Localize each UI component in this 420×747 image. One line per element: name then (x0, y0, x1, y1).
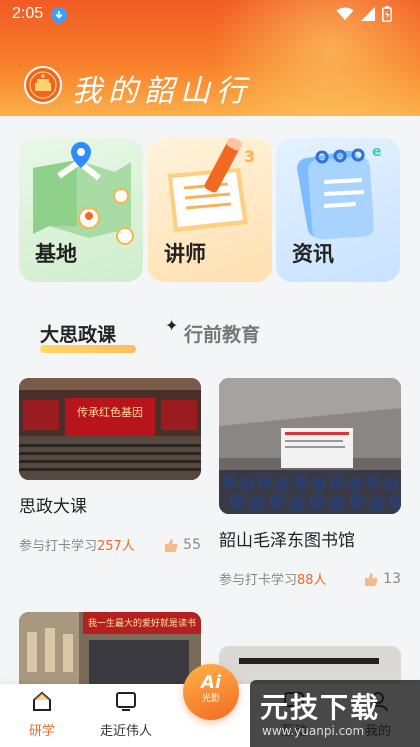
thumbs-up-icon (365, 572, 378, 586)
like-button[interactable]: 55 (163, 537, 201, 553)
download-icon (51, 7, 67, 23)
category-grid: 基地 3 讲师 e 资讯 (0, 128, 420, 288)
category-card-lecturer[interactable]: 3 讲师 (148, 138, 272, 282)
content-tabs: 大思政课 ✦ 行前教育 (0, 312, 420, 356)
battery-icon (382, 6, 392, 22)
meta-prefix: 参与打卡学习 (219, 573, 298, 588)
feed-meta: 参与打卡学习 257人 55 (19, 535, 201, 555)
nav-label: 研学 (28, 724, 55, 739)
photo-banner-text: 传承红色基因 (77, 406, 143, 419)
feed-photo: 我一生最大的爱好就是读书 (19, 612, 201, 692)
participant-count: 257人 (97, 539, 135, 554)
like-count: 13 (383, 570, 401, 587)
like-count: 55 (183, 536, 201, 553)
book-icon (116, 692, 136, 711)
category-label: 资讯 (292, 242, 334, 266)
status-time: 2:05 (12, 5, 44, 22)
notepad-icon: e (297, 144, 382, 240)
category-label: 讲师 (164, 242, 206, 266)
map-pin-icon (33, 142, 134, 245)
tab-xingqian[interactable]: 行前教育 (184, 320, 260, 347)
category-card-news[interactable]: e 资讯 (276, 138, 400, 282)
status-bar: 2:05 (0, 0, 420, 30)
nav-label: 走近伟人 (99, 724, 152, 739)
home-icon (33, 691, 51, 711)
participant-count: 88人 (297, 573, 327, 588)
svg-text:e: e (372, 144, 382, 160)
watermark-main: 元技下载 (260, 691, 381, 724)
category-label: 基地 (35, 242, 77, 266)
svg-text:3: 3 (244, 147, 255, 166)
tab-underline (40, 345, 136, 353)
photo-banner-text: 我一生最大的爱好就是读书 (87, 619, 196, 629)
feed-card[interactable]: 我一生最大的爱好就是读书 (19, 612, 201, 692)
feed-title: 韶山毛泽东图书馆 (219, 531, 355, 551)
thumbs-up-icon (165, 538, 178, 552)
wifi-icon (336, 7, 354, 20)
feed-photo (219, 378, 401, 514)
watermark: 元技下载 www.yuanpi.com (250, 680, 420, 747)
tab-label: 大思政课 (40, 324, 117, 346)
nav-item-zoujin[interactable]: 走近伟人 (86, 690, 166, 739)
emblem-logo (24, 66, 62, 104)
ai-button-main: Ai (200, 672, 222, 693)
feed-card[interactable]: 韶山毛泽东图书馆 参与打卡学习 88人 13 (219, 378, 401, 588)
feed-card[interactable]: 传承红色基因 思政大课 参与打卡学习 257人 55 (19, 378, 201, 554)
notebook-pencil-icon: 3 (168, 138, 255, 232)
sparkle-icon: ✦ (165, 316, 179, 335)
app-title: 我的韶山行 (72, 74, 252, 109)
nav-item-yanxue[interactable]: 研学 (2, 690, 82, 739)
feed-title: 思政大课 (19, 497, 87, 517)
category-card-base[interactable]: 基地 (19, 138, 143, 282)
ai-button[interactable]: Ai 光影 (183, 664, 239, 720)
feed-photo: 传承红色基因 (19, 378, 201, 480)
app-header: 2:05 我的韶山行 (0, 0, 420, 116)
watermark-sub: www.yuanpi.com (262, 724, 365, 738)
feed-meta: 参与打卡学习 88人 13 (219, 569, 401, 589)
signal-icon (361, 7, 375, 21)
status-icons (336, 6, 392, 22)
ai-button-sub: 光影 (201, 694, 220, 704)
meta-prefix: 参与打卡学习 (19, 539, 98, 554)
tab-label: 行前教育 (184, 324, 261, 346)
tab-dasizheng[interactable]: 大思政课 ✦ (40, 316, 178, 353)
like-button[interactable]: 13 (363, 571, 401, 587)
